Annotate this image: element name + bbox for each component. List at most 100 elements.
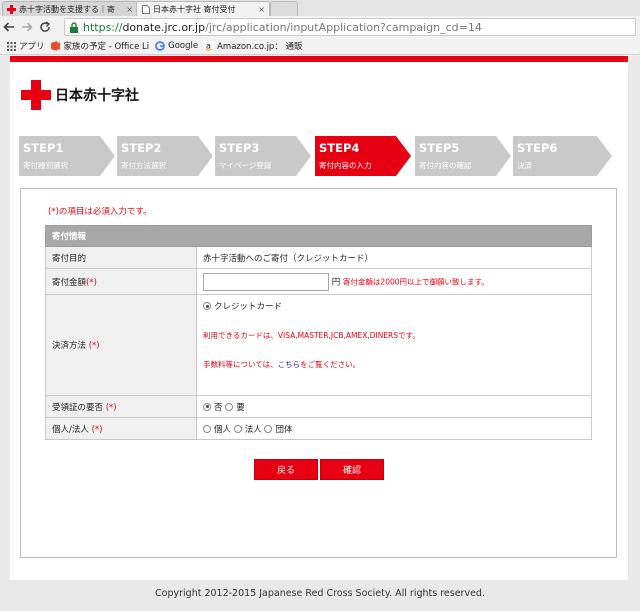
step-5: STEP5 寄付内容の確認	[415, 136, 511, 176]
step-number: STEP1	[23, 141, 64, 155]
table-row: 受領証の要否 (*) 否 要	[45, 395, 592, 418]
step-label: マイページ登録	[219, 161, 272, 170]
entity-option-corporation[interactable]: 法人	[233, 424, 262, 435]
step-label: 寄付方法選択	[121, 161, 166, 170]
red-cross-logo-icon	[21, 80, 51, 110]
fee-link[interactable]: こちら	[278, 360, 301, 369]
bookmark-label: アプリ	[19, 42, 45, 52]
table-row: 決済方法 (*) クレジットカード 利用できるカードは、VISA,MASTER,…	[45, 294, 592, 396]
option-label: 個人	[214, 424, 232, 435]
back-arrow-icon[interactable]	[0, 18, 18, 36]
required-mark: (*)	[105, 402, 117, 413]
step-number: STEP3	[219, 141, 260, 155]
entity-cell: 個人 法人 団体	[196, 417, 592, 440]
close-tab-icon[interactable]: ×	[126, 5, 133, 14]
donation-form: (*)の項目は必須入力です。 寄付情報 寄付目的 赤十字活動へのご寄付（クレジッ…	[20, 188, 617, 558]
required-mark: (*)	[88, 341, 100, 351]
page-body: 日本赤十字社 STEP1 寄付種別選択 STEP2 寄付方法選択 STEP3 マ…	[0, 56, 640, 611]
fee-note: 手数料等については、こちらをご覧ください。	[203, 359, 585, 370]
forward-arrow-icon[interactable]	[18, 18, 36, 36]
amazon-icon: a	[204, 41, 215, 51]
section-title: 寄付情報	[45, 225, 592, 247]
step-1: STEP1 寄付種別選択	[19, 136, 115, 176]
bookmark-label: Google	[168, 41, 199, 51]
step-number: STEP6	[517, 141, 558, 155]
receipt-option-no[interactable]: 否	[203, 402, 223, 413]
cards-note: 利用できるカードは、VISA,MASTER,JCB,AMEX,DINERSです。	[203, 331, 420, 340]
back-button[interactable]: 戻る	[254, 459, 318, 480]
bookmark-google[interactable]: Google	[155, 41, 198, 51]
step-number: STEP5	[419, 141, 460, 155]
radio-empty-icon[interactable]	[264, 424, 273, 433]
entity-label: 個人/法人	[52, 424, 89, 435]
step-number: STEP4	[319, 141, 360, 155]
browser-tab-2[interactable]: 日本赤十字社 寄付受付 ×	[136, 1, 270, 16]
option-label: 要	[236, 402, 245, 413]
reload-icon[interactable]	[36, 18, 54, 36]
purpose-label: 寄付目的	[45, 246, 197, 269]
step-label: 寄付種別選択	[23, 161, 68, 170]
copyright-footer: Copyright 2012-2015 Japanese Red Cross S…	[155, 588, 485, 599]
bookmark-apps[interactable]: アプリ	[6, 40, 45, 52]
option-label: 否	[214, 402, 223, 413]
table-row: 個人/法人 (*) 個人 法人 団体	[45, 417, 592, 440]
option-label: 法人	[244, 424, 262, 435]
payment-label-cell: 決済方法 (*)	[45, 294, 197, 396]
url-input[interactable]: https://donate.jrc.or.jp/jrc/application…	[64, 18, 636, 36]
step-label: 決済	[517, 161, 532, 170]
step-label: 寄付内容の入力	[319, 161, 372, 170]
amount-cell: 円 寄付金額は2000円以上で御願い致します。	[196, 268, 592, 295]
entity-option-individual[interactable]: 個人	[203, 424, 232, 435]
option-label: 団体	[275, 424, 293, 435]
entity-option-group[interactable]: 団体	[264, 424, 293, 435]
amount-input[interactable]	[203, 272, 329, 291]
svg-text:a: a	[206, 42, 211, 51]
page-favicon-icon	[141, 4, 150, 14]
bookmark-office[interactable]: 家族の予定 - Office Li	[51, 40, 150, 52]
entity-label-cell: 個人/法人 (*)	[45, 417, 197, 440]
browser-tab-title: 日本赤十字社 寄付受付	[153, 4, 236, 14]
payment-cell: クレジットカード 利用できるカードは、VISA,MASTER,JCB,AMEX,…	[196, 294, 592, 396]
browser-tab-1[interactable]: 赤十字活動を支援する｜寄 ×	[2, 1, 138, 16]
address-bar-row: https://donate.jrc.or.jp/jrc/application…	[0, 16, 640, 38]
payment-label: 決済方法	[52, 341, 87, 351]
fee-pre: 手数料等については、	[203, 360, 278, 369]
radio-empty-icon[interactable]	[233, 424, 242, 433]
radio-selected-icon[interactable]	[203, 402, 211, 411]
close-tab-icon[interactable]: ×	[258, 5, 265, 14]
jrc-logo[interactable]: 日本赤十字社	[21, 80, 139, 110]
donation-info-table: 寄付情報 寄付目的 赤十字活動へのご寄付（クレジットカード） 寄付金額(*) 円…	[45, 225, 592, 440]
table-row: 寄付目的 赤十字活動へのご寄付（クレジットカード）	[45, 246, 592, 269]
amount-label: 寄付金額	[52, 277, 87, 288]
office-icon	[51, 41, 61, 51]
required-mark: (*)	[86, 277, 97, 288]
step-number: STEP2	[121, 141, 162, 155]
bookmark-label: 家族の予定 - Office Li	[63, 42, 150, 52]
bookmark-amazon[interactable]: a Amazon.co.jp： 通販	[204, 40, 303, 52]
receipt-cell: 否 要	[196, 395, 592, 418]
radio-empty-icon[interactable]	[203, 424, 211, 433]
browser-tab-title: 赤十字活動を支援する｜寄	[19, 4, 115, 14]
bookmarks-bar: アプリ 家族の予定 - Office Li Google a Amazon.co…	[0, 38, 640, 55]
browser-tabbar: 赤十字活動を支援する｜寄 × 日本赤十字社 寄付受付 ×	[0, 0, 640, 16]
new-tab-button[interactable]	[270, 1, 298, 16]
table-row: 寄付金額(*) 円 寄付金額は2000円以上で御願い致します。	[45, 268, 592, 295]
credit-card-option[interactable]: クレジットカード	[203, 300, 585, 312]
radio-selected-icon[interactable]	[203, 302, 211, 310]
confirm-button[interactable]: 確認	[320, 459, 384, 480]
url-host: donate.jrc.or.jp	[122, 20, 206, 34]
step-indicator: STEP1 寄付種別選択 STEP2 寄付方法選択 STEP3 マイページ登録 …	[19, 136, 619, 176]
receipt-option-yes[interactable]: 要	[225, 402, 245, 413]
step-4-active: STEP4 寄付内容の入力	[315, 136, 411, 176]
yen-unit: 円	[331, 277, 341, 287]
receipt-label-cell: 受領証の要否 (*)	[45, 395, 197, 418]
fee-post: をご覧ください。	[300, 360, 361, 369]
step-6: STEP6 決済	[513, 136, 612, 176]
bookmark-label: Amazon.co.jp： 通販	[217, 42, 303, 52]
step-2: STEP2 寄付方法選択	[117, 136, 213, 176]
url-scheme: https://	[83, 20, 123, 34]
step-3: STEP3 マイページ登録	[215, 136, 311, 176]
content-sheet: 日本赤十字社 STEP1 寄付種別選択 STEP2 寄付方法選択 STEP3 マ…	[10, 56, 628, 580]
option-label: クレジットカード	[214, 302, 283, 312]
radio-empty-icon[interactable]	[225, 402, 234, 411]
